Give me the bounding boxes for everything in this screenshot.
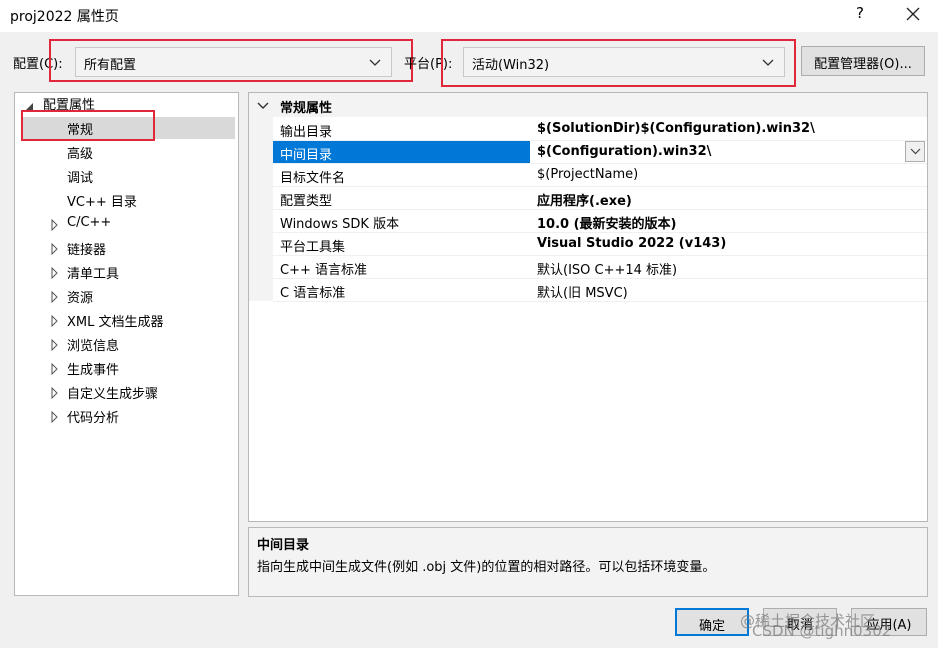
- property-row-configuration-type[interactable]: 配置类型 应用程序(.exe): [273, 187, 927, 210]
- highlight-box-platform: [441, 39, 796, 87]
- property-value[interactable]: $(ProjectName): [537, 164, 638, 186]
- chevron-down-icon[interactable]: [257, 100, 269, 110]
- property-value[interactable]: Visual Studio 2022 (v143): [537, 233, 726, 255]
- property-gutter: [249, 117, 273, 301]
- collapsed-triangle-icon[interactable]: [51, 266, 61, 280]
- property-row-output-dir[interactable]: 输出目录 $(SolutionDir)$(Configuration).win3…: [273, 118, 927, 141]
- property-value[interactable]: $(Configuration).win32\: [537, 141, 711, 163]
- dropdown-button[interactable]: [905, 141, 925, 162]
- property-row-windows-sdk[interactable]: Windows SDK 版本 10.0 (最新安装的版本): [273, 210, 927, 233]
- collapsed-triangle-icon[interactable]: [51, 410, 61, 424]
- tree-item-browse-info[interactable]: 浏览信息: [51, 335, 120, 357]
- help-button[interactable]: ?: [852, 4, 868, 26]
- tree-item-manifest-tool[interactable]: 清单工具: [51, 263, 120, 285]
- property-row-platform-toolset[interactable]: 平台工具集 Visual Studio 2022 (v143): [273, 233, 927, 256]
- tree-item-advanced[interactable]: 高级: [67, 143, 93, 165]
- tree-item-label: 自定义生成步骤: [67, 387, 159, 402]
- tree-item-label: 调试: [67, 171, 94, 186]
- property-row-cpp-standard[interactable]: C++ 语言标准 默认(ISO C++14 标准): [273, 256, 927, 279]
- tree-item-debugging[interactable]: 调试: [67, 167, 93, 189]
- property-value[interactable]: 默认(旧 MSVC): [537, 279, 628, 301]
- property-name: C++ 语言标准: [280, 263, 367, 278]
- property-name: 输出目录: [280, 125, 333, 140]
- tree-item-label: 浏览信息: [67, 339, 120, 354]
- property-group-title: 常规属性: [280, 101, 333, 116]
- property-name: 目标文件名: [280, 171, 346, 186]
- property-grid: 常规属性 输出目录 $(SolutionDir)$(Configuration)…: [248, 92, 928, 522]
- property-row-c-standard[interactable]: C 语言标准 默认(旧 MSVC): [273, 279, 927, 302]
- tree-item-label: 资源: [67, 291, 94, 306]
- property-name: Windows SDK 版本: [280, 217, 400, 232]
- tree-item-label: XML 文档生成器: [67, 315, 164, 330]
- description-panel: 中间目录 指向生成中间生成文件(例如 .obj 文件)的位置的相对路径。可以包括…: [248, 527, 928, 597]
- property-name: 中间目录: [273, 141, 530, 163]
- property-name: 配置类型: [280, 194, 333, 209]
- tree-item-label: VC++ 目录: [67, 195, 137, 210]
- collapsed-triangle-icon[interactable]: [51, 386, 61, 400]
- tree-item-xml-doc-generator[interactable]: XML 文档生成器: [51, 311, 164, 333]
- tree-item-label: 链接器: [67, 243, 107, 258]
- tree-item-custom-build-step[interactable]: 自定义生成步骤: [51, 383, 159, 405]
- property-value[interactable]: 默认(ISO C++14 标准): [537, 256, 677, 278]
- property-row-intermediate-dir[interactable]: 中间目录 $(Configuration).win32\: [273, 141, 927, 164]
- window-title: proj2022 属性页: [10, 9, 119, 25]
- property-row-target-name[interactable]: 目标文件名 $(ProjectName): [273, 164, 927, 187]
- tree-item-cpp[interactable]: C/C++: [51, 215, 112, 237]
- collapsed-triangle-icon[interactable]: [51, 290, 61, 304]
- property-value[interactable]: 10.0 (最新安装的版本): [537, 210, 676, 232]
- property-name: C 语言标准: [280, 286, 346, 301]
- tree-item-label: 高级: [67, 147, 94, 162]
- highlight-box-config: [49, 39, 413, 82]
- property-name: 平台工具集: [280, 240, 346, 255]
- property-value[interactable]: $(SolutionDir)$(Configuration).win32\: [537, 118, 815, 140]
- tree-item-label: C/C++: [67, 215, 112, 230]
- tree-item-label: 生成事件: [67, 363, 120, 378]
- property-group-header[interactable]: 常规属性: [249, 93, 927, 117]
- tree-item-label: 清单工具: [67, 267, 120, 282]
- tree-item-vc-directories[interactable]: VC++ 目录: [67, 191, 137, 213]
- tree-item-build-events[interactable]: 生成事件: [51, 359, 120, 381]
- collapsed-triangle-icon[interactable]: [51, 218, 61, 232]
- collapsed-triangle-icon[interactable]: [51, 314, 61, 328]
- tree-panel: 配置属性 常规 高级 调试 VC++ 目录 C/C++ 链接器 清单工具 资源 …: [14, 92, 239, 596]
- property-value[interactable]: 应用程序(.exe): [537, 187, 632, 209]
- collapsed-triangle-icon[interactable]: [51, 242, 61, 256]
- ok-button[interactable]: 确定: [675, 608, 749, 636]
- collapsed-triangle-icon[interactable]: [51, 362, 61, 376]
- description-title: 中间目录: [257, 538, 310, 553]
- description-text: 指向生成中间生成文件(例如 .obj 文件)的位置的相对路径。可以包括环境变量。: [257, 560, 716, 575]
- tree-item-code-analysis[interactable]: 代码分析: [51, 407, 120, 429]
- tree-item-linker[interactable]: 链接器: [51, 239, 107, 261]
- tree-item-resources[interactable]: 资源: [51, 287, 94, 309]
- title-bar: proj2022 属性页 ?: [0, 0, 938, 32]
- config-manager-button[interactable]: 配置管理器(O)...: [801, 46, 925, 76]
- watermark-text: CSDN @tighn0302: [752, 622, 892, 640]
- collapsed-triangle-icon[interactable]: [51, 338, 61, 352]
- close-icon[interactable]: [904, 5, 922, 25]
- tree-item-label: 代码分析: [67, 411, 120, 426]
- highlight-box-general: [21, 110, 155, 141]
